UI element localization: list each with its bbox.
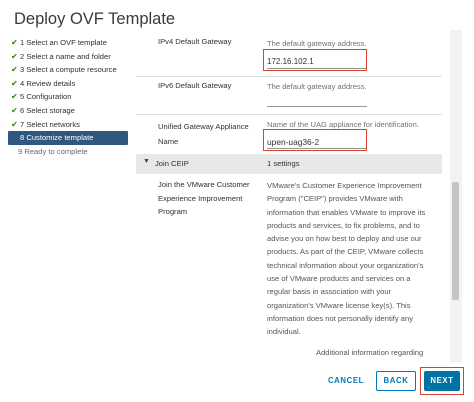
check-icon: ✔ bbox=[11, 105, 18, 115]
step-label: 5 Configuration bbox=[20, 92, 72, 102]
dialog-footer: CANCEL BACK NEXT bbox=[0, 362, 474, 402]
check-icon: ✔ bbox=[11, 92, 18, 102]
ceip-settings-count: 1 settings bbox=[267, 159, 300, 168]
step-4[interactable]: ✔ 4 Review details bbox=[10, 77, 130, 91]
ceip-description: VMware's Customer Experience Improvement… bbox=[267, 179, 435, 339]
ceip-additional-info: Additional information regarding bbox=[316, 348, 424, 357]
uag-name-label: Unified Gateway Appliance Name bbox=[158, 119, 249, 149]
step-label: 1 Select an OVF template bbox=[20, 38, 107, 47]
uag-name-description: Name of the UAG appliance for identifica… bbox=[267, 120, 419, 129]
uag-name-label-line1: Unified Gateway Appliance bbox=[158, 122, 249, 131]
step-9: 9 Ready to complete bbox=[10, 145, 130, 159]
step-8-active[interactable]: 8 Customize template bbox=[8, 131, 128, 145]
ipv4-gateway-label: IPv4 Default Gateway bbox=[158, 37, 232, 46]
wizard-steps: ✔ 1 Select an OVF template ✔ 2 Select a na… bbox=[8, 36, 130, 159]
ipv4-gateway-description: The default gateway address. bbox=[267, 39, 367, 48]
cancel-button[interactable]: CANCEL bbox=[322, 371, 370, 391]
step-6[interactable]: ✔ 6 Select storage bbox=[10, 104, 130, 118]
check-icon: ✔ bbox=[11, 78, 18, 88]
ipv6-gateway-description: The default gateway address. bbox=[267, 82, 367, 91]
ceip-text-line: technical information about your organiz… bbox=[267, 260, 424, 270]
ceip-label-line: Program bbox=[158, 207, 188, 216]
uag-name-highlight-box bbox=[263, 129, 367, 151]
ipv6-gateway-label: IPv6 Default Gateway bbox=[158, 81, 232, 90]
ipv6-gateway-underline bbox=[267, 106, 367, 107]
step-label: 3 Select a compute resource bbox=[20, 65, 117, 75]
customize-template-panel: IPv4 Default Gateway The default gateway… bbox=[136, 30, 450, 362]
ceip-text-line: use of VMware products and services on a bbox=[267, 274, 411, 284]
step-label: 4 Review details bbox=[20, 78, 76, 88]
ceip-text-line: regular basis in association with your bbox=[267, 287, 392, 297]
check-icon: ✔ bbox=[11, 51, 18, 61]
ceip-text-line: information does not personally identify… bbox=[267, 313, 414, 323]
content-scrollbar[interactable] bbox=[450, 30, 462, 362]
step-label: 9 Ready to complete bbox=[18, 146, 88, 156]
back-button[interactable]: BACK bbox=[376, 371, 416, 391]
dialog-title: Deploy OVF Template bbox=[14, 10, 176, 28]
next-highlight-box bbox=[420, 367, 464, 395]
ceip-text-line: individual. bbox=[267, 327, 301, 337]
chevron-down-icon[interactable]: ▼ bbox=[143, 158, 150, 165]
ceip-text-line: products and services, to fix problems, … bbox=[267, 220, 420, 230]
ceip-text-line: organization's VMware license key(s). Th… bbox=[267, 300, 411, 310]
row-divider bbox=[136, 76, 442, 77]
row-divider bbox=[136, 114, 442, 115]
ceip-label-line: Join the VMware Customer bbox=[158, 180, 250, 189]
ipv6-gateway-input[interactable] bbox=[267, 94, 367, 104]
ceip-text-line: advise you on how best to deploy and use… bbox=[267, 234, 422, 244]
check-icon: ✔ bbox=[11, 119, 18, 129]
check-icon: ✔ bbox=[11, 65, 18, 75]
ceip-section-header[interactable]: ▼ Join CEIP 1 settings bbox=[136, 154, 442, 174]
step-7[interactable]: ✔ 7 Select networks bbox=[10, 118, 130, 132]
check-icon: ✔ bbox=[11, 38, 18, 47]
step-label: 8 Customize template bbox=[20, 133, 94, 143]
ceip-text-line: products. As part of the CEIP, VMware co… bbox=[267, 247, 424, 257]
step-1[interactable]: ✔ 1 Select an OVF template bbox=[10, 36, 130, 50]
scrollbar-thumb[interactable] bbox=[452, 182, 459, 300]
step-2[interactable]: ✔ 2 Select a name and folder bbox=[10, 50, 130, 64]
step-label: 2 Select a name and folder bbox=[20, 51, 111, 61]
ceip-join-label: Join the VMware Customer Experience Impr… bbox=[158, 178, 258, 219]
step-label: 6 Select storage bbox=[20, 105, 75, 115]
uag-name-label-line2: Name bbox=[158, 137, 179, 146]
ipv4-highlight-box bbox=[263, 49, 367, 71]
step-3[interactable]: ✔ 3 Select a compute resource bbox=[10, 63, 130, 77]
step-5[interactable]: ✔ 5 Configuration bbox=[10, 90, 130, 104]
ceip-label-line: Experience Improvement bbox=[158, 193, 243, 203]
ceip-text-line: information that enables VMware to impro… bbox=[267, 207, 426, 217]
step-label: 7 Select networks bbox=[20, 119, 80, 129]
ceip-text-line: Program ("CEIP") provides VMware with bbox=[267, 194, 403, 204]
ceip-section-title: Join CEIP bbox=[155, 159, 189, 168]
ceip-text-line: VMware's Customer Experience Improvement bbox=[267, 181, 422, 190]
